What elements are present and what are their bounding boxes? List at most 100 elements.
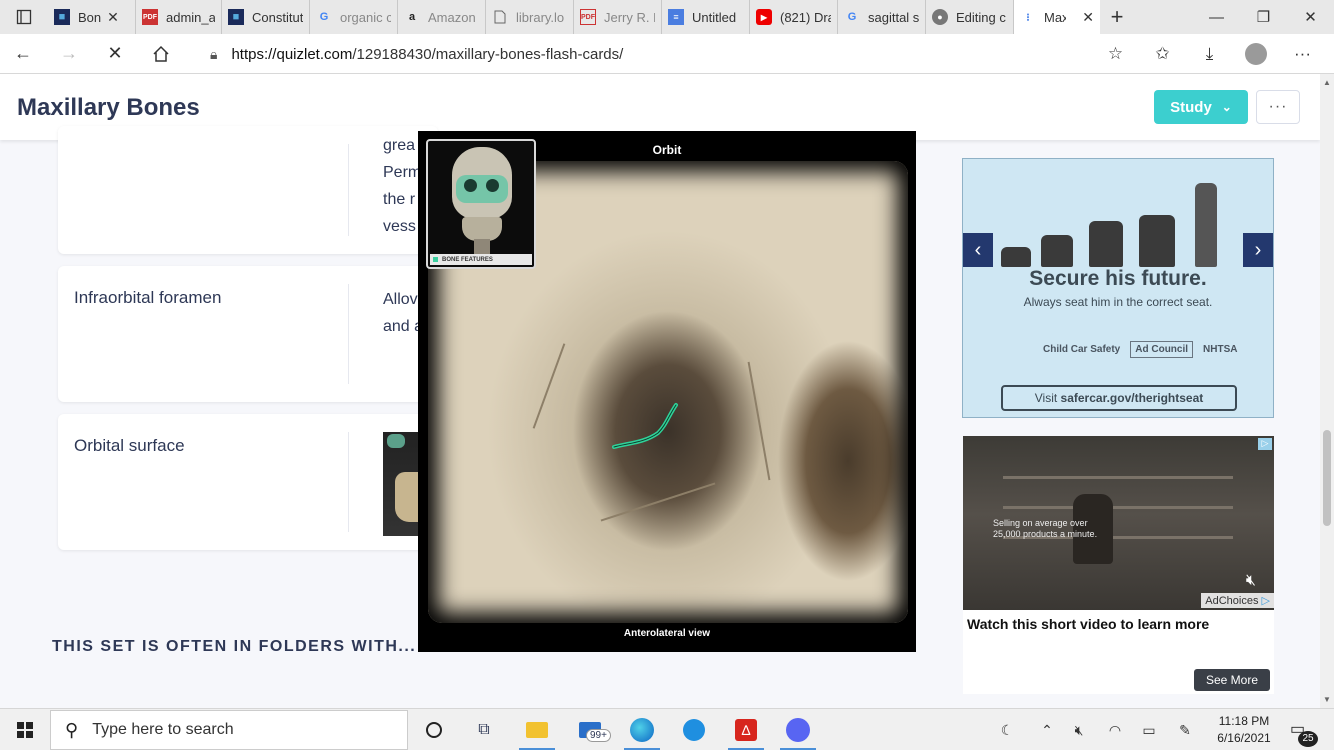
forward-arrow-icon: → bbox=[60, 43, 78, 63]
close-window-icon[interactable]: ✕ bbox=[1287, 0, 1334, 34]
navigation-bar: ← → ✕ 🔒︎ https://quizlet.com/129188430/m… bbox=[0, 34, 1334, 74]
browser-tab[interactable]: a Amazon bbox=[398, 0, 486, 34]
ad-next-button[interactable]: › bbox=[1243, 233, 1273, 267]
ad-figure bbox=[1041, 235, 1073, 267]
app-button[interactable] bbox=[672, 709, 716, 750]
cortana-button[interactable] bbox=[412, 709, 456, 750]
ad-figure bbox=[1139, 215, 1175, 267]
task-view-button[interactable]: ⧉ bbox=[462, 709, 506, 750]
stop-loading-button[interactable]: ✕ bbox=[92, 34, 138, 74]
discord-button[interactable] bbox=[776, 709, 820, 750]
lock-icon: 🔒︎ bbox=[210, 45, 218, 62]
more-options-button[interactable]: ··· bbox=[1256, 90, 1300, 124]
restore-icon[interactable]: ❐ bbox=[1240, 0, 1287, 34]
browser-tab-active[interactable]: ⁝ Max ✕ bbox=[1014, 0, 1100, 34]
pen-icon[interactable]: ✎ bbox=[1172, 709, 1198, 750]
inset-neck bbox=[474, 239, 490, 255]
scrollbar-thumb[interactable] bbox=[1323, 430, 1331, 526]
add-favorite-star-icon[interactable]: ☆ bbox=[1092, 34, 1139, 74]
minimize-icon[interactable]: — bbox=[1193, 0, 1240, 34]
home-button[interactable] bbox=[138, 34, 184, 74]
image-lightbox[interactable]: Orbit Anterolateral view BONE FEATURES bbox=[418, 131, 916, 652]
edge-browser-button[interactable] bbox=[620, 709, 664, 750]
ad-visit-button[interactable]: Visit safercar.gov/therightseat bbox=[1001, 385, 1237, 411]
browser-tab[interactable]: ● Editing c bbox=[926, 0, 1014, 34]
taskbar-search-box[interactable]: ⚲ Type here to search bbox=[50, 710, 408, 750]
browser-tab[interactable]: ≡ Untitled bbox=[662, 0, 750, 34]
browser-tab[interactable]: G organic c bbox=[310, 0, 398, 34]
adchoices-label: AdChoices bbox=[1205, 595, 1259, 607]
tab-actions-button[interactable] bbox=[0, 0, 48, 34]
acrobat-button[interactable]: ∆ bbox=[724, 709, 768, 750]
battery-icon[interactable]: ▭ bbox=[1136, 709, 1162, 750]
browser-menu-icon[interactable]: ··· bbox=[1279, 34, 1326, 74]
tab-label: admin_ar bbox=[166, 9, 215, 25]
favorites-icon[interactable]: ✩ bbox=[1139, 34, 1186, 74]
ad-figure bbox=[1195, 183, 1217, 267]
show-hidden-icons-icon[interactable]: ⌃ bbox=[1036, 709, 1058, 750]
pdf-favicon-icon: PDF bbox=[580, 9, 596, 25]
home-icon bbox=[153, 45, 169, 62]
task-view-icon: ⧉ bbox=[478, 721, 490, 738]
inset-maxilla-highlight bbox=[456, 175, 508, 203]
mute-icon[interactable]: 🔇︎ bbox=[1246, 572, 1256, 590]
video-ad[interactable]: Selling on average over 25,000 products … bbox=[963, 436, 1274, 694]
volume-muted-icon[interactable]: 🔇︎ bbox=[1068, 709, 1090, 750]
chevron-right-icon: › bbox=[1254, 238, 1262, 261]
scroll-down-icon[interactable]: ▼ bbox=[1320, 695, 1334, 704]
browser-tab[interactable]: G sagittal s bbox=[838, 0, 926, 34]
mail-button[interactable]: 99+ bbox=[568, 709, 612, 750]
file-explorer-button[interactable] bbox=[515, 709, 559, 750]
youtube-favicon-icon: ▶ bbox=[756, 9, 772, 25]
chevron-left-icon: ‹ bbox=[974, 238, 982, 261]
ad-illustration bbox=[993, 177, 1243, 267]
downloads-icon[interactable]: ⤓ bbox=[1186, 34, 1233, 74]
page-scrollbar[interactable]: ▲ ▼ bbox=[1320, 74, 1334, 708]
tab-label: Jerry R. N bbox=[604, 9, 655, 25]
browser-tab[interactable]: ■ Bon ✕ bbox=[48, 0, 136, 34]
ad-cta-prefix: Visit bbox=[1034, 391, 1061, 405]
ad-video[interactable]: Selling on average over 25,000 products … bbox=[963, 436, 1274, 610]
flashcard-row: Infraorbital foramen Allov and a bbox=[58, 266, 438, 402]
back-button[interactable]: ← bbox=[0, 34, 46, 74]
inset-label: BONE FEATURES bbox=[430, 254, 532, 265]
profile-avatar[interactable] bbox=[1245, 43, 1267, 65]
browser-tab-strip: ■ Bon ✕ PDF admin_ar ■ Constitut G organ… bbox=[0, 0, 1334, 34]
study-button[interactable]: Study ⌄ bbox=[1154, 90, 1248, 124]
google-docs-favicon-icon: ≡ bbox=[668, 9, 684, 25]
tab-label: Editing c bbox=[956, 9, 1006, 25]
bone-suture bbox=[747, 361, 771, 481]
browser-tab[interactable]: library.lo bbox=[486, 0, 574, 34]
tab-close-icon[interactable]: ✕ bbox=[1082, 9, 1094, 26]
ad-figure bbox=[1001, 247, 1031, 267]
page-content: Maxillary Bones Study ⌄ ··· grea Perm th… bbox=[0, 74, 1320, 708]
back-arrow-icon: ← bbox=[14, 43, 32, 63]
ad-info-icon[interactable]: ▷ bbox=[1258, 438, 1272, 450]
card-image-thumbnail[interactable] bbox=[383, 432, 423, 536]
new-tab-button[interactable]: + bbox=[1100, 4, 1134, 30]
see-more-button[interactable]: See More bbox=[1194, 669, 1270, 691]
search-icon: ⚲ bbox=[65, 719, 79, 740]
adchoices-badge[interactable]: AdChoices ▷ bbox=[1201, 593, 1274, 608]
night-light-icon[interactable]: ☾ bbox=[994, 709, 1020, 750]
tab-close-icon[interactable]: ✕ bbox=[107, 9, 119, 26]
browser-tab[interactable]: PDF Jerry R. N bbox=[574, 0, 662, 34]
browser-tab[interactable]: ▶ (821) Dra bbox=[750, 0, 838, 34]
forward-button[interactable]: → bbox=[46, 34, 92, 74]
car-seat-ad[interactable]: ‹ › Secure his future. Always seat him i… bbox=[962, 158, 1274, 418]
folders-heading: THIS SET IS OFTEN IN FOLDERS WITH... bbox=[52, 638, 417, 655]
start-button[interactable] bbox=[0, 709, 50, 750]
browser-tab[interactable]: ■ Constitut bbox=[222, 0, 310, 34]
inset-jaw bbox=[462, 217, 502, 241]
ad-prev-button[interactable]: ‹ bbox=[963, 233, 993, 267]
child-car-safety-logo: Child Car Safety bbox=[1043, 344, 1121, 355]
definition-line: vess bbox=[383, 218, 416, 235]
wifi-icon[interactable]: ◠ bbox=[1102, 709, 1128, 750]
video-ad-caption: Watch this short video to learn more bbox=[967, 616, 1210, 632]
card-term: Infraorbital foramen bbox=[74, 288, 222, 307]
scroll-up-icon[interactable]: ▲ bbox=[1320, 78, 1334, 87]
system-clock[interactable]: 11:18 PM 6/16/2021 bbox=[1206, 713, 1282, 747]
bone-suture bbox=[600, 482, 716, 522]
address-bar[interactable]: 🔒︎ https://quizlet.com/129188430/maxilla… bbox=[196, 38, 1136, 70]
browser-tab[interactable]: PDF admin_ar bbox=[136, 0, 222, 34]
